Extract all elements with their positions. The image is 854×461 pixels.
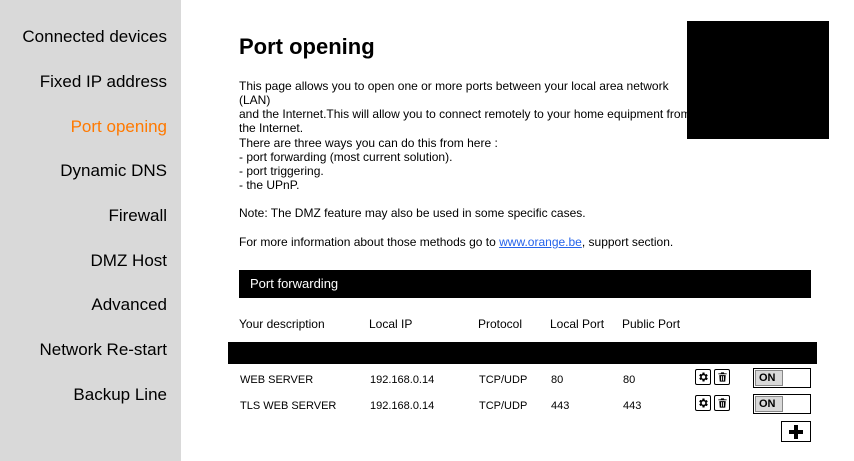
cell-public-port: 443 — [623, 400, 642, 412]
cell-protocol: TCP/UDP — [479, 374, 528, 386]
cell-local-port: 80 — [551, 374, 564, 386]
port-forwarding-header: Port forwarding — [239, 270, 811, 298]
sidebar-item-fixed-ip-address[interactable]: Fixed IP address — [40, 72, 167, 92]
sidebar-item-advanced[interactable]: Advanced — [91, 295, 167, 315]
sidebar-item-port-opening[interactable]: Port opening — [71, 117, 167, 137]
dmz-note: Note: The DMZ feature may also be used i… — [239, 206, 586, 220]
column-header-protocol: Protocol — [478, 317, 523, 331]
settings-button[interactable] — [695, 395, 711, 411]
sidebar-item-backup-line[interactable]: Backup Line — [73, 385, 167, 405]
cell-description: TLS WEB SERVER — [240, 400, 337, 412]
cell-public-port: 80 — [623, 374, 636, 386]
ways-item: - port triggering. — [239, 164, 324, 178]
more-info-prefix: For more information about those methods… — [239, 235, 500, 249]
toggle-label: ON — [755, 396, 783, 412]
ways-item: - the UPnP. — [239, 178, 300, 192]
redacted-box — [687, 21, 829, 139]
cell-local-ip: 192.168.0.14 — [370, 400, 435, 412]
enable-toggle[interactable]: ON — [753, 394, 811, 414]
sidebar: Connected devices Fixed IP address Port … — [0, 0, 181, 461]
gear-icon — [699, 372, 708, 382]
ways-heading: There are three ways you can do this fro… — [239, 136, 498, 150]
trash-icon — [717, 398, 727, 408]
column-header-public-port: Public Port — [622, 317, 681, 331]
sidebar-item-connected-devices[interactable]: Connected devices — [22, 27, 167, 47]
orange-link[interactable]: www.orange.be — [499, 235, 582, 249]
page-title: Port opening — [239, 34, 375, 59]
settings-button[interactable] — [695, 369, 711, 385]
sidebar-item-dmz-host[interactable]: DMZ Host — [91, 251, 168, 271]
table-separator-bar — [228, 342, 817, 364]
toggle-label: ON — [755, 370, 783, 386]
gear-icon — [699, 398, 708, 408]
cell-local-ip: 192.168.0.14 — [370, 374, 435, 386]
column-header-local-port: Local Port — [550, 317, 605, 331]
cell-description: WEB SERVER — [240, 374, 314, 386]
main-content: Port opening This page allows you to ope… — [181, 0, 854, 461]
cell-local-port: 443 — [551, 400, 570, 412]
column-header-local-ip: Local IP — [369, 317, 413, 331]
ways-item: - port forwarding (most current solution… — [239, 150, 453, 164]
sidebar-item-dynamic-dns[interactable]: Dynamic DNS — [60, 161, 167, 181]
delete-button[interactable] — [714, 395, 730, 411]
cell-protocol: TCP/UDP — [479, 400, 528, 412]
delete-button[interactable] — [714, 369, 730, 385]
trash-icon — [717, 372, 727, 382]
more-info-suffix: , support section. — [581, 235, 674, 249]
column-header-description: Your description — [239, 317, 325, 331]
sidebar-item-network-restart[interactable]: Network Re-start — [39, 340, 167, 360]
intro-text: This page allows you to open one or more… — [239, 79, 691, 135]
ways-paragraph: There are three ways you can do this fro… — [239, 136, 498, 192]
enable-toggle[interactable]: ON — [753, 368, 811, 388]
sidebar-item-firewall[interactable]: Firewall — [108, 206, 167, 226]
more-info-text: For more information about those methods… — [239, 235, 673, 249]
add-rule-button[interactable] — [781, 421, 811, 442]
plus-icon — [789, 424, 803, 439]
